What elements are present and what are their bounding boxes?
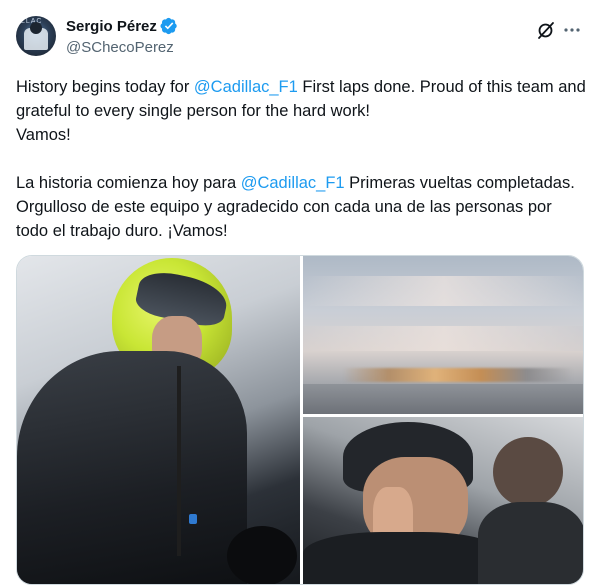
crew-member-shape <box>227 526 297 584</box>
tweet-text-segment: History begins today for <box>16 78 194 96</box>
crew-body-shape <box>478 502 583 584</box>
avatar-head <box>30 22 42 34</box>
mention-link[interactable]: @Cadillac_F1 <box>241 174 345 192</box>
track-blur <box>303 384 583 414</box>
driver-in-helmet-photo[interactable] <box>17 256 300 584</box>
author-name-row: Sergio Pérez <box>66 16 178 36</box>
verified-badge-icon[interactable] <box>160 17 178 35</box>
media-grid <box>16 255 584 585</box>
tweet-paragraph: Vamos! <box>16 123 586 147</box>
crew-head-shape <box>493 437 563 507</box>
connector-shape <box>189 514 197 524</box>
more-options-icon[interactable] <box>562 20 582 40</box>
tweet-paragraph: La historia comienza hoy para @Cadillac_… <box>16 171 586 243</box>
cloud-band-1 <box>303 276 583 306</box>
tweet-text: History begins today for @Cadillac_F1 Fi… <box>16 75 586 243</box>
blurred-sky-track-photo[interactable] <box>303 256 583 414</box>
jacket-shape <box>303 532 503 584</box>
cable-shape <box>177 366 181 556</box>
driver-with-earpiece-photo[interactable] <box>303 417 583 584</box>
tweet-text-segment: Vamos! <box>16 126 71 144</box>
tweet-text-segment: La historia comienza hoy para <box>16 174 241 192</box>
avatar[interactable]: ILLAC <box>16 16 56 56</box>
author-display-name[interactable]: Sergio Pérez <box>66 18 157 35</box>
mention-link[interactable]: @Cadillac_F1 <box>194 78 298 96</box>
author-handle[interactable]: @SChecoPerez <box>66 39 174 56</box>
grandstand-blur <box>343 368 573 382</box>
race-suit-shape <box>17 351 247 584</box>
cloud-band-2 <box>303 326 583 351</box>
tweet-card[interactable]: ILLAC Sergio Pérez @SChecoPerez History … <box>0 0 601 588</box>
tweet-paragraph: History begins today for @Cadillac_F1 Fi… <box>16 75 586 123</box>
grok-icon[interactable] <box>536 20 556 40</box>
